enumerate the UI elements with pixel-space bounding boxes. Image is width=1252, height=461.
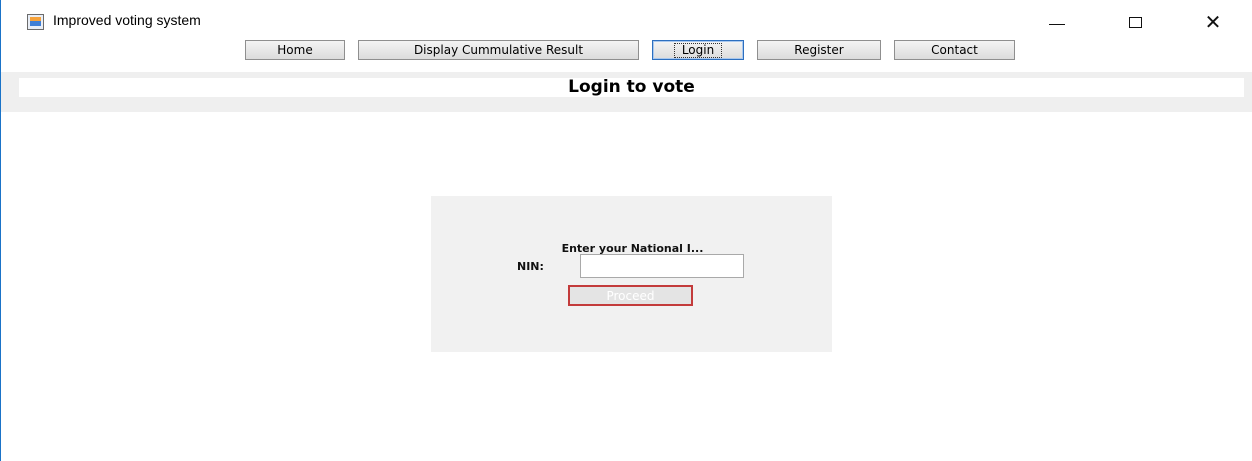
java-app-icon [27, 14, 44, 30]
login-button[interactable]: Login [652, 40, 744, 60]
login-panel: Enter your National I... NIN: Proceed [431, 196, 832, 352]
register-button[interactable]: Register [757, 40, 881, 60]
nav-bar: Home Display Cummulative Result Login Re… [1, 40, 1252, 62]
login-button-label: Login [673, 42, 723, 58]
contact-button[interactable]: Contact [894, 40, 1015, 60]
home-button[interactable]: Home [245, 40, 345, 60]
maximize-icon[interactable] [1115, 10, 1155, 34]
header-band: Login to vote [1, 72, 1252, 112]
minimize-icon[interactable] [1037, 10, 1077, 34]
app-window: Improved voting system ✕ Home Display Cu… [0, 0, 1252, 461]
proceed-button[interactable]: Proceed [568, 285, 693, 306]
title-bar[interactable]: Improved voting system ✕ [1, 0, 1252, 40]
page-title: Login to vote [19, 78, 1244, 97]
window-title: Improved voting system [53, 12, 201, 28]
close-icon[interactable]: ✕ [1193, 10, 1233, 34]
display-result-button[interactable]: Display Cummulative Result [358, 40, 639, 60]
nin-label: NIN: [517, 260, 544, 273]
nin-input[interactable] [580, 254, 744, 278]
